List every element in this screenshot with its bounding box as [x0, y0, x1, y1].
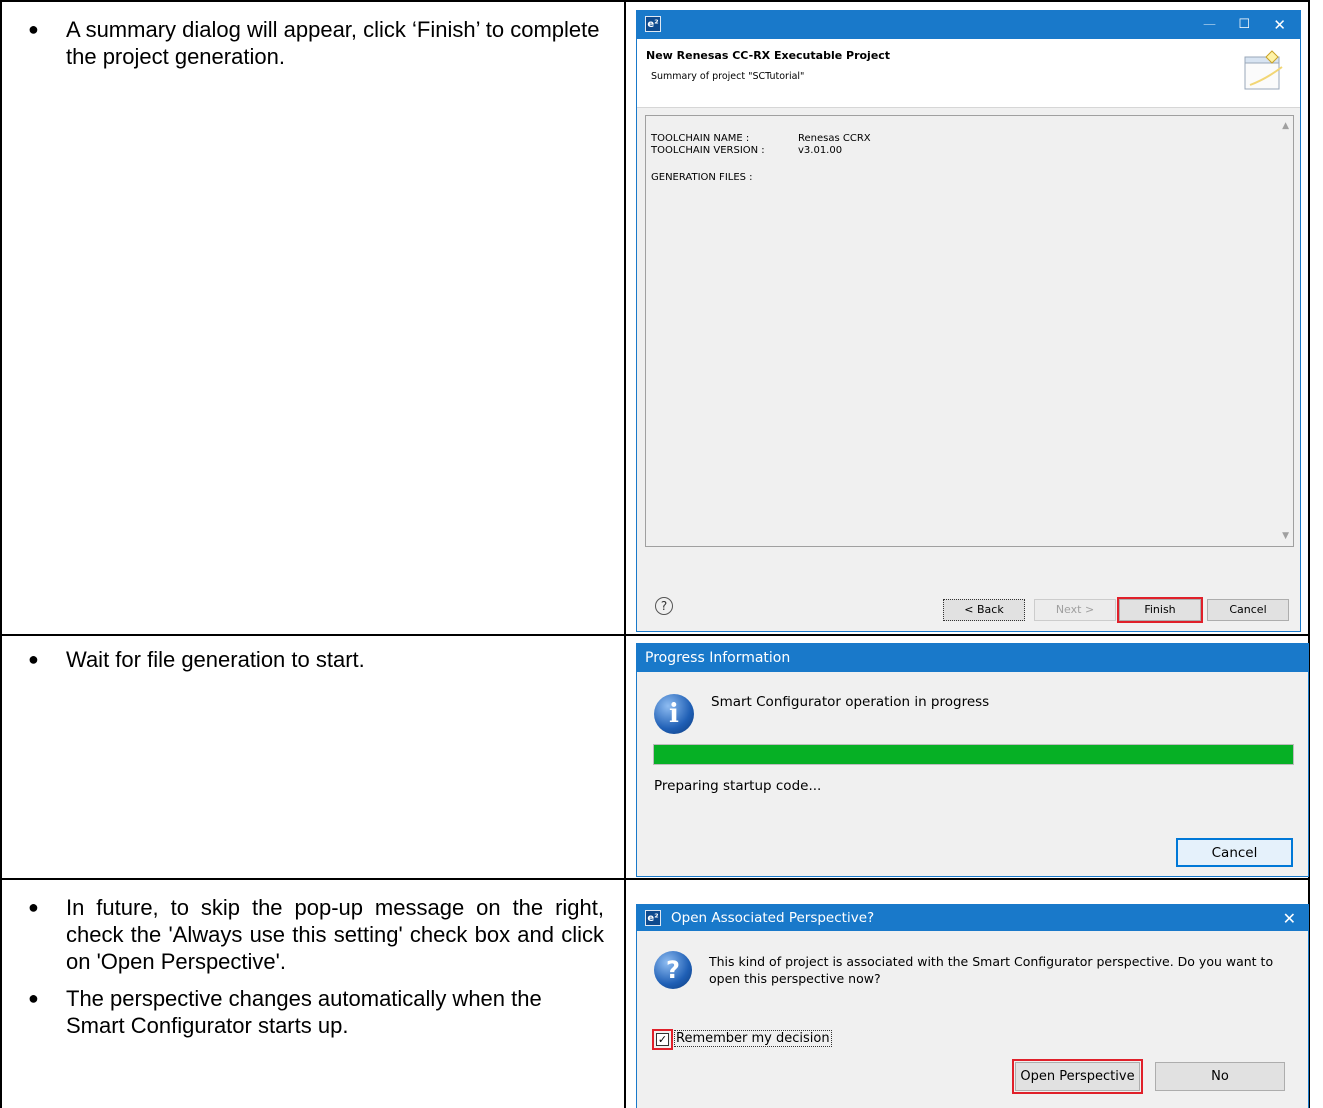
remember-checkbox-label[interactable]: Remember my decision: [674, 1030, 832, 1047]
dialog-titlebar: e² — ☐ ✕: [637, 11, 1300, 39]
cancel-button[interactable]: Cancel: [1176, 838, 1293, 867]
row-divider: [0, 634, 1310, 636]
back-button[interactable]: < Back: [943, 599, 1025, 621]
list-item: ● The perspective changes automatically …: [28, 985, 604, 1039]
column-divider: [624, 0, 626, 1108]
e2-app-icon: e²: [645, 16, 661, 32]
bullet-icon: ●: [28, 649, 39, 669]
summary-textarea[interactable]: TOOLCHAIN NAME : Renesas CCRX TOOLCHAIN …: [645, 115, 1294, 547]
bullet-icon: ●: [28, 988, 39, 1008]
table-border-left: [0, 0, 2, 1108]
toolchain-name-value: Renesas CCRX: [798, 133, 871, 144]
instruction-text: A summary dialog will appear, click ‘Fin…: [66, 17, 600, 69]
row1-text: ● A summary dialog will appear, click ‘F…: [28, 16, 604, 70]
next-button[interactable]: Next >: [1034, 599, 1116, 621]
wizard-header: New Renesas CC-RX Executable Project Sum…: [637, 39, 1300, 108]
row-divider: [0, 878, 1310, 880]
scroll-down-icon[interactable]: ▼: [1282, 530, 1289, 542]
progress-bar: [653, 744, 1294, 765]
list-item: ● A summary dialog will appear, click ‘F…: [28, 16, 604, 70]
summary-dialog: e² — ☐ ✕ New Renesas CC-RX Executable Pr…: [636, 10, 1301, 632]
dialog-titlebar: Progress Information: [637, 644, 1308, 672]
question-icon: ?: [654, 951, 692, 989]
wizard-title: New Renesas CC-RX Executable Project: [646, 49, 891, 62]
finish-highlight: [1117, 597, 1203, 623]
no-button[interactable]: No: [1155, 1062, 1285, 1091]
dialog-titlebar: e² Open Associated Perspective? ✕: [637, 905, 1308, 931]
progress-task: Preparing startup code...: [654, 778, 822, 794]
close-icon[interactable]: ✕: [1283, 909, 1296, 928]
minimize-icon[interactable]: —: [1203, 17, 1216, 32]
wizard-subtitle: Summary of project "SCTutorial": [651, 71, 805, 82]
close-icon[interactable]: ✕: [1273, 16, 1286, 34]
dialog-title: Progress Information: [645, 650, 791, 666]
list-item: ● Wait for file generation to start.: [28, 646, 604, 673]
row2-text: ● Wait for file generation to start.: [28, 646, 604, 673]
row3-text: ● In future, to skip the pop-up message …: [28, 894, 604, 1039]
perspective-dialog: e² Open Associated Perspective? ✕ ? This…: [636, 904, 1309, 1108]
dialog-title: Open Associated Perspective?: [671, 910, 875, 926]
toolchain-version-label: TOOLCHAIN VERSION :: [651, 145, 765, 156]
dialog-message: This kind of project is associated with …: [709, 954, 1274, 986]
generation-files-label: GENERATION FILES :: [651, 172, 753, 183]
list-item: ● In future, to skip the pop-up message …: [28, 894, 604, 975]
help-icon[interactable]: ?: [655, 597, 673, 615]
bullet-icon: ●: [28, 897, 39, 917]
e2-app-icon: e²: [645, 910, 661, 926]
progress-fill: [654, 745, 1293, 764]
instruction-text: Wait for file generation to start.: [66, 647, 365, 672]
checkbox-highlight: [652, 1029, 673, 1050]
instruction-text: The perspective changes automatically wh…: [66, 986, 542, 1038]
progress-message: Smart Configurator operation in progress: [711, 694, 990, 710]
info-icon: i: [654, 694, 694, 734]
maximize-icon[interactable]: ☐: [1238, 17, 1250, 32]
cancel-button[interactable]: Cancel: [1207, 599, 1289, 621]
wizard-banner-icon: [1244, 50, 1283, 90]
open-perspective-highlight: [1012, 1059, 1143, 1094]
instruction-text: In future, to skip the pop-up message on…: [66, 895, 604, 974]
scroll-up-icon[interactable]: ▲: [1282, 120, 1289, 132]
table-border-top: [0, 0, 1310, 2]
bullet-icon: ●: [28, 19, 39, 39]
toolchain-version-value: v3.01.00: [798, 145, 843, 156]
progress-dialog: Progress Information i Smart Configurato…: [636, 643, 1309, 877]
toolchain-name-label: TOOLCHAIN NAME :: [651, 133, 750, 144]
